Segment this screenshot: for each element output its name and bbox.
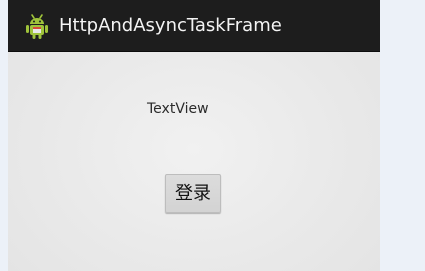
text-view: TextView <box>147 101 209 117</box>
app-screen: HttpAndAsyncTaskFrame TextView 登录 <box>8 0 380 271</box>
app-title: HttpAndAsyncTaskFrame <box>59 15 282 36</box>
android-icon <box>24 12 50 40</box>
login-button[interactable]: 登录 <box>165 174 221 213</box>
action-bar: HttpAndAsyncTaskFrame <box>8 0 380 52</box>
